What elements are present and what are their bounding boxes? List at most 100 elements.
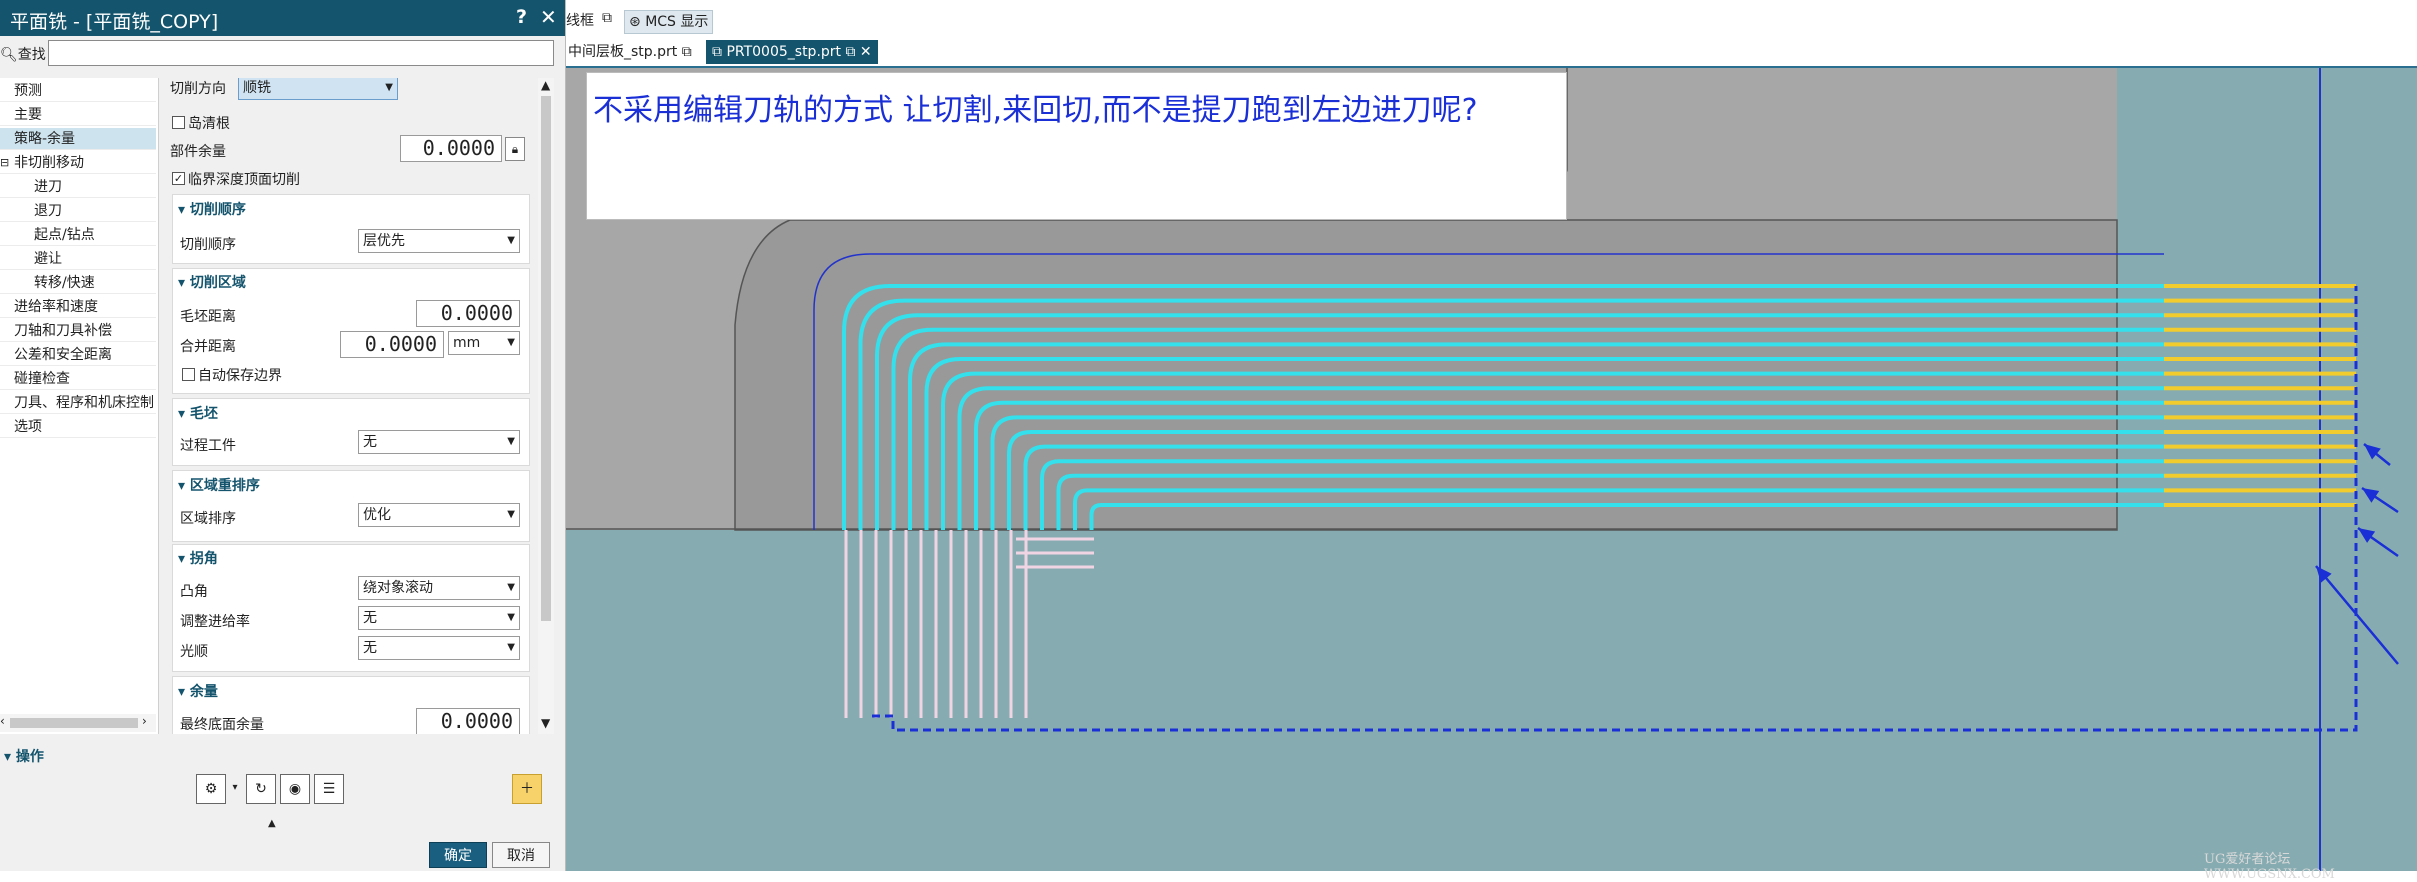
scroll-left-icon[interactable]: ‹	[0, 714, 5, 728]
tree-item-label: 公差和安全距离	[14, 347, 112, 363]
generate-icon[interactable]: ⚙	[196, 774, 226, 804]
lock-icon[interactable]: 🔒︎	[505, 137, 525, 161]
cut-direction-select[interactable]: 顺铣 ▼	[238, 78, 398, 100]
close-icon[interactable]: ✕	[540, 5, 557, 29]
find-label: 🔍︎查找	[0, 47, 46, 63]
tree-item[interactable]: 避让	[0, 248, 156, 270]
smoothing-label: 光顺	[180, 644, 208, 660]
verify-icon[interactable]: ◉	[280, 774, 310, 804]
form-vertical-scrollbar[interactable]: ▲ ▼	[538, 78, 554, 734]
merge-distance-unit-select[interactable]: mm ▼	[448, 331, 520, 355]
scroll-right-icon[interactable]: ›	[142, 714, 147, 728]
tree-item[interactable]: 退刀	[0, 200, 156, 222]
wireframe-label[interactable]: 线框	[566, 10, 594, 30]
tree-item[interactable]: 进给率和速度	[0, 296, 156, 318]
strategy-form: 切削方向 顺铣 ▼ 岛清根 部件余量 0.0000 🔒︎ ✓ 临界深度顶面切削 ▾…	[160, 78, 536, 734]
actions-header[interactable]: ▾ 操作	[4, 746, 44, 766]
scroll-down-icon[interactable]: ▼	[541, 716, 550, 730]
merge-distance-input[interactable]: 0.0000	[340, 331, 444, 358]
auto-save-boundary-checkbox[interactable]	[182, 368, 195, 381]
tree-item-label: 预测	[14, 83, 42, 99]
blank-group-header[interactable]: ▾ 毛坯	[178, 403, 218, 423]
mcs-display-button[interactable]: ⊛ MCS 显示	[624, 10, 714, 34]
convex-corner-select[interactable]: 绕对象滚动 ▼	[358, 576, 520, 600]
island-cleanup-label: 岛清根	[188, 116, 230, 132]
chevron-down-icon: ▼	[507, 612, 515, 623]
critical-depth-label: 临界深度顶面切削	[188, 172, 300, 188]
cut-order-select[interactable]: 层优先 ▼	[358, 229, 520, 253]
tree-item-label: 刀具、程序和机床控制	[14, 395, 154, 411]
cut-order-label: 切削顺序	[180, 237, 236, 253]
chevron-down-icon: ▼	[507, 582, 515, 593]
critical-depth-checkbox[interactable]: ✓	[172, 172, 185, 185]
cut-order-group-header[interactable]: ▾ 切削顺序	[178, 199, 246, 219]
scroll-thumb[interactable]	[10, 718, 138, 728]
expander-icon[interactable]: ⊟	[0, 152, 9, 174]
cancel-button[interactable]: 取消	[492, 842, 550, 868]
collapse-icon[interactable]: ▲	[268, 818, 276, 829]
tree-item[interactable]: 刀具、程序和机床控制	[0, 392, 156, 414]
scroll-thumb[interactable]	[541, 96, 551, 621]
region-sequencing-group-header[interactable]: ▾ 区域重排序	[178, 475, 260, 495]
tree-item[interactable]: 选项	[0, 416, 156, 438]
tree-item-label: 进刀	[34, 179, 62, 195]
auto-save-boundary-label: 自动保存边界	[198, 368, 282, 384]
stock-group-header[interactable]: ▾ 余量	[178, 681, 218, 701]
planar-mill-dialog: 平面铣 - [平面铣_COPY] ? ✕ 🔍︎查找 预测主要策略-余量 ⊟ 非切削移…	[0, 0, 566, 871]
chevron-down-icon: ▼	[507, 436, 515, 447]
chevron-down-icon: ▼	[507, 337, 515, 348]
tree-item-label: 非切削移动	[14, 155, 84, 171]
tree-item[interactable]: 主要	[0, 104, 156, 126]
find-input[interactable]	[48, 40, 554, 66]
cut-region-group-header[interactable]: ▾ 切削区域	[178, 272, 246, 292]
list-icon[interactable]: ☰	[314, 774, 344, 804]
tree-item[interactable]: 碰撞检查	[0, 368, 156, 390]
convex-corner-label: 凸角	[180, 584, 208, 600]
tab-prt0005[interactable]: ⧉ PRT0005_stp.prt ⧉ ✕	[706, 40, 878, 64]
blank-distance-input[interactable]: 0.0000	[416, 300, 520, 327]
tree-item[interactable]: 转移/快速	[0, 272, 156, 294]
tree-item-label: 起点/钻点	[34, 227, 95, 243]
tree-item-label: 刀轴和刀具补偿	[14, 323, 112, 339]
help-button[interactable]: ?	[516, 6, 527, 28]
question-text: 不采用编辑刀轨的方式 让切割,来回切,而不是提刀跑到左边进刀呢?	[593, 93, 1478, 128]
corner-group-header[interactable]: ▾ 拐角	[178, 548, 218, 568]
smoothing-select[interactable]: 无 ▼	[358, 636, 520, 660]
file-tabs: 中间层板_stp.prt ⧉ ⧉ PRT0005_stp.prt ⧉ ✕	[566, 38, 2417, 68]
tree-item[interactable]: ⊟ 非切削移动	[0, 152, 156, 174]
tree-horizontal-scrollbar[interactable]: ‹ ›	[0, 714, 156, 732]
view-icon[interactable]: ⧉	[602, 10, 612, 26]
ok-button[interactable]: 确定	[429, 842, 487, 868]
chevron-down-icon: ▼	[507, 509, 515, 520]
tab-middle-board[interactable]: 中间层板_stp.prt ⧉	[566, 40, 694, 64]
tree-item-label: 策略-余量	[14, 131, 76, 147]
actions-section: ▾ 操作 ⚙ ▾ ↻ ◉ ☰ ＋ ▲	[0, 742, 565, 832]
dialog-buttons: 确定 取消	[0, 838, 565, 871]
tree-item[interactable]: 预测	[0, 80, 156, 102]
new-operation-icon[interactable]: ＋	[512, 774, 542, 804]
tree-item[interactable]: 刀轴和刀具补偿	[0, 320, 156, 342]
tree-item[interactable]: 公差和安全距离	[0, 344, 156, 366]
ipw-select[interactable]: 无 ▼	[358, 430, 520, 454]
tree-item[interactable]: 起点/钻点	[0, 224, 156, 246]
region-sequencing-select[interactable]: 优化 ▼	[358, 503, 520, 527]
region-sequencing-label: 区域排序	[180, 511, 236, 527]
replay-icon[interactable]: ↻	[246, 774, 276, 804]
island-cleanup-checkbox[interactable]	[172, 116, 185, 129]
find-row: 🔍︎查找	[0, 40, 565, 70]
display-toolbar: 线框 ⧉ ⊛ MCS 显示	[566, 10, 2417, 34]
tree-item[interactable]: 策略-余量	[0, 128, 156, 150]
tree-item-label: 主要	[14, 107, 42, 123]
ipw-label: 过程工件	[180, 438, 236, 454]
tree-item-label: 选项	[14, 419, 42, 435]
scroll-up-icon[interactable]: ▲	[541, 78, 550, 92]
chevron-down-icon: ▼	[507, 235, 515, 246]
chevron-down-icon[interactable]: ▾	[228, 774, 242, 804]
part-stock-input[interactable]: 0.0000	[400, 135, 502, 162]
final-floor-stock-input[interactable]: 0.0000	[416, 708, 520, 734]
tree-item[interactable]: 进刀	[0, 176, 156, 198]
adjust-feed-select[interactable]: 无 ▼	[358, 606, 520, 630]
chevron-down-icon: ▼	[507, 642, 515, 653]
navigator-tree: 预测主要策略-余量 ⊟ 非切削移动进刀退刀起点/钻点避让 转移/快速 进给率和速度刀轴和…	[0, 78, 159, 734]
dialog-titlebar[interactable]: 平面铣 - [平面铣_COPY] ? ✕	[0, 0, 565, 36]
